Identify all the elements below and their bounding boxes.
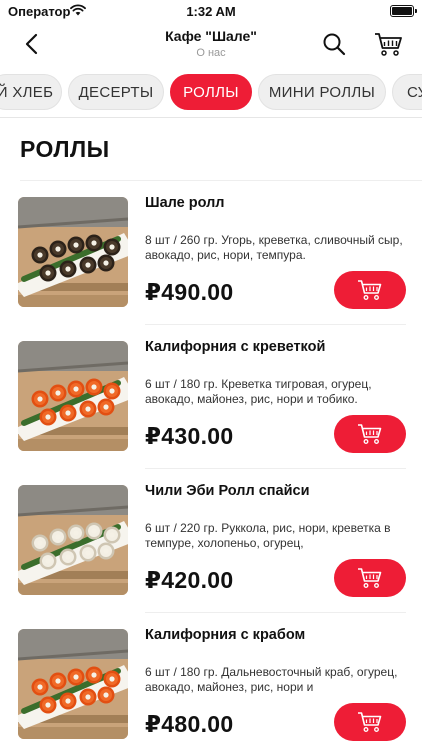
- product-item[interactable]: Шале ролл 8 шт / 260 гр. Угорь, креветка…: [0, 181, 422, 325]
- battery-icon: [390, 5, 417, 17]
- product-item[interactable]: Чили Эби Ролл спайси 6 шт / 220 гр. Рукк…: [0, 469, 422, 613]
- add-to-cart-button[interactable]: [334, 415, 406, 453]
- add-to-cart-button[interactable]: [334, 559, 406, 597]
- product-price: ₽480.00: [145, 711, 234, 737]
- status-bar: Оператор 1:32 AM: [0, 0, 422, 22]
- about-link[interactable]: О нас: [0, 47, 422, 59]
- page-title: Кафе "Шале": [165, 28, 257, 44]
- product-name[interactable]: Шале ролл: [145, 195, 225, 211]
- product-price: ₽430.00: [145, 423, 234, 449]
- navigation-bar: Кафе "Шале" О нас: [0, 22, 422, 66]
- category-tabs: Й ХЛЕБ ДЕСЕРТЫ РОЛЛЫ МИНИ РОЛЛЫ СУ: [0, 70, 422, 116]
- product-description: 6 шт / 180 гр. Креветка тигровая, огурец…: [145, 377, 372, 406]
- search-icon[interactable]: [320, 30, 348, 58]
- product-description: 6 шт / 220 гр. Руккола, рис, нори, креве…: [145, 521, 391, 550]
- cart-icon: [358, 712, 382, 732]
- add-to-cart-button[interactable]: [334, 703, 406, 741]
- section-title: РОЛЛЫ: [20, 136, 110, 162]
- tab-rolls[interactable]: РОЛЛЫ: [170, 74, 252, 110]
- product-name[interactable]: Калифорния с креветкой: [145, 339, 325, 355]
- tabs-divider: [0, 117, 422, 118]
- product-photo[interactable]: [18, 485, 128, 595]
- tab-mini-rolls[interactable]: МИНИ РОЛЛЫ: [258, 74, 386, 110]
- product-item[interactable]: Калифорния с крабом 6 шт / 180 гр. Дальн…: [0, 613, 422, 750]
- product-price: ₽420.00: [145, 567, 234, 593]
- product-description: 6 шт / 180 гр. Дальневосточный краб, огу…: [145, 665, 398, 694]
- product-photo[interactable]: [18, 341, 128, 451]
- cart-icon: [358, 424, 382, 444]
- product-photo[interactable]: [18, 629, 128, 739]
- cart-icon[interactable]: [373, 30, 403, 58]
- product-name[interactable]: Чили Эби Ролл спайси: [145, 483, 310, 499]
- cart-icon: [358, 280, 382, 300]
- product-price: ₽490.00: [145, 279, 234, 305]
- product-description: 8 шт / 260 гр. Угорь, креветка, сливочны…: [145, 233, 403, 262]
- product-name[interactable]: Калифорния с крабом: [145, 627, 305, 643]
- product-item[interactable]: Калифорния с креветкой 6 шт / 180 гр. Кр…: [0, 325, 422, 469]
- tab-desserts[interactable]: ДЕСЕРТЫ: [68, 74, 164, 110]
- add-to-cart-button[interactable]: [334, 271, 406, 309]
- cart-icon: [358, 568, 382, 588]
- tab-bread[interactable]: Й ХЛЕБ: [0, 74, 62, 110]
- tab-soups[interactable]: СУ: [392, 74, 422, 110]
- product-photo[interactable]: [18, 197, 128, 307]
- clock: 1:32 AM: [186, 4, 236, 19]
